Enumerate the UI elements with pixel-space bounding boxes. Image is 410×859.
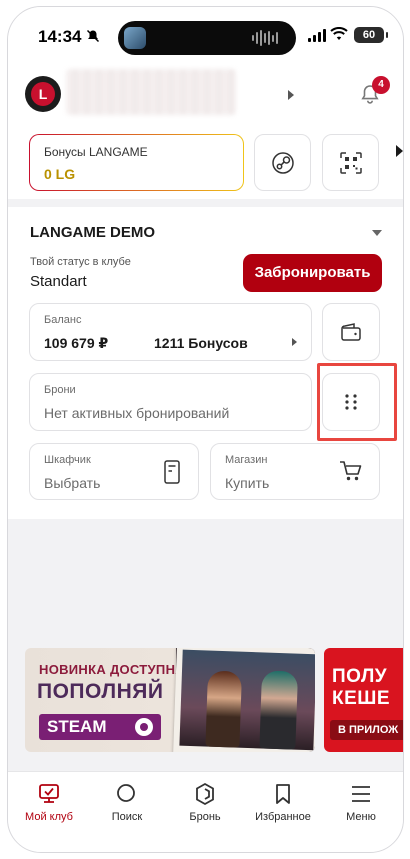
character-left xyxy=(205,670,243,748)
status-time: 14:34 xyxy=(38,27,82,46)
dropdown-caret-icon[interactable] xyxy=(372,230,382,236)
status-bar: 14:34 60 xyxy=(8,7,403,57)
club-avatar[interactable]: L xyxy=(25,76,61,112)
tab-search[interactable]: Поиск xyxy=(92,782,162,823)
silent-mode-icon xyxy=(86,29,100,43)
steam-button[interactable] xyxy=(254,134,311,191)
status-value: Standart xyxy=(30,273,87,290)
steam-icon xyxy=(271,151,294,174)
banner1-line1: НОВИНКА ДОСТУПНА! xyxy=(39,662,190,677)
shop-value: Купить xyxy=(225,475,270,491)
highlight-annotation xyxy=(317,363,397,441)
balance-amount: 109 679 ₽ xyxy=(44,335,109,351)
wallet-button[interactable] xyxy=(322,303,380,361)
cashback-promo-banner[interactable]: ПОЛУ КЕШЕ В ПРИЛОЖ xyxy=(324,648,403,752)
carousel-next-icon[interactable] xyxy=(396,145,403,157)
tab-booking[interactable]: Бронь xyxy=(170,782,240,823)
bonus-title: Бонусы LANGAME xyxy=(44,145,148,159)
balance-card[interactable]: Баланс 109 679 ₽ 1211 Бонусов xyxy=(29,303,312,361)
qr-scan-icon xyxy=(339,151,362,174)
book-button[interactable]: Забронировать xyxy=(243,254,382,292)
booking-logo-icon xyxy=(196,782,214,806)
shop-label: Магазин xyxy=(225,454,268,466)
phone-screen: 14:34 60 L 4 Бонусы LANGAME 0 LG LANGAME… xyxy=(7,6,404,853)
locker-value: Выбрать xyxy=(44,475,101,491)
banner1-line3: STEAM xyxy=(47,717,107,736)
bookings-value: Нет активных бронирований xyxy=(44,405,230,421)
profile-name-redacted[interactable] xyxy=(66,69,236,115)
club-name[interactable]: LANGAME DEMO xyxy=(30,224,155,241)
langame-logo-icon: L xyxy=(31,82,55,106)
game-artwork-image xyxy=(173,648,315,752)
locker-label: Шкафчик xyxy=(44,454,91,466)
audio-wave-icon xyxy=(252,30,278,46)
now-playing-thumbnail xyxy=(124,27,146,49)
banner1-line2: ПОПОЛНЯЙ xyxy=(37,680,164,703)
tab-label: Избранное xyxy=(255,811,311,823)
banner2-line2: КЕШЕ xyxy=(332,688,391,709)
shop-card[interactable]: Магазин Купить xyxy=(210,443,380,500)
menu-icon xyxy=(352,786,370,802)
bonus-value: 0 LG xyxy=(44,166,76,182)
locker-card[interactable]: Шкафчик Выбрать xyxy=(29,443,199,500)
chevron-right-icon xyxy=(292,338,297,346)
tab-label: Бронь xyxy=(189,811,221,823)
banner1-steam-badge: STEAM xyxy=(39,714,161,740)
qr-scan-button[interactable] xyxy=(322,134,379,191)
tab-my-club[interactable]: Мой клуб xyxy=(14,782,84,823)
status-label: Твой статус в клубе xyxy=(30,256,131,268)
app-header: L 4 xyxy=(8,57,403,127)
dynamic-island xyxy=(118,21,296,55)
notification-badge: 4 xyxy=(372,76,390,94)
bonus-row: Бонусы LANGAME 0 LG xyxy=(8,127,403,199)
steam-promo-banner[interactable]: НОВИНКА ДОСТУПНА! ПОПОЛНЯЙ STEAM xyxy=(25,648,315,752)
battery-indicator: 60 xyxy=(354,27,388,43)
search-icon xyxy=(117,784,135,802)
tab-favorites[interactable]: Избранное xyxy=(248,782,318,823)
tab-label: Меню xyxy=(346,811,376,823)
cellular-signal-icon xyxy=(308,29,326,42)
tab-label: Поиск xyxy=(111,811,143,823)
locker-icon xyxy=(164,460,180,484)
bookmark-icon xyxy=(276,784,290,804)
tab-label: Мой клуб xyxy=(25,811,73,823)
tab-menu[interactable]: Меню xyxy=(326,782,396,823)
wifi-icon xyxy=(330,27,348,40)
bookings-card[interactable]: Брони Нет активных бронирований xyxy=(29,373,312,431)
shopping-cart-icon xyxy=(340,461,362,481)
my-club-icon xyxy=(39,784,59,803)
balance-bonuses: 1211 Бонусов xyxy=(154,335,248,351)
steam-logo-icon xyxy=(135,718,153,736)
bottom-tab-bar: Мой клуб Поиск Бронь Избранное Меню xyxy=(8,771,403,852)
banner2-line1: ПОЛУ xyxy=(332,666,388,687)
banner2-line3: В ПРИЛОЖ xyxy=(330,720,403,740)
character-right xyxy=(259,670,299,750)
bonus-card[interactable]: Бонусы LANGAME 0 LG xyxy=(29,134,244,191)
wallet-icon xyxy=(341,323,361,341)
chevron-right-icon[interactable] xyxy=(288,90,294,100)
balance-label: Баланс xyxy=(44,314,82,326)
bookings-label: Брони xyxy=(44,384,76,396)
